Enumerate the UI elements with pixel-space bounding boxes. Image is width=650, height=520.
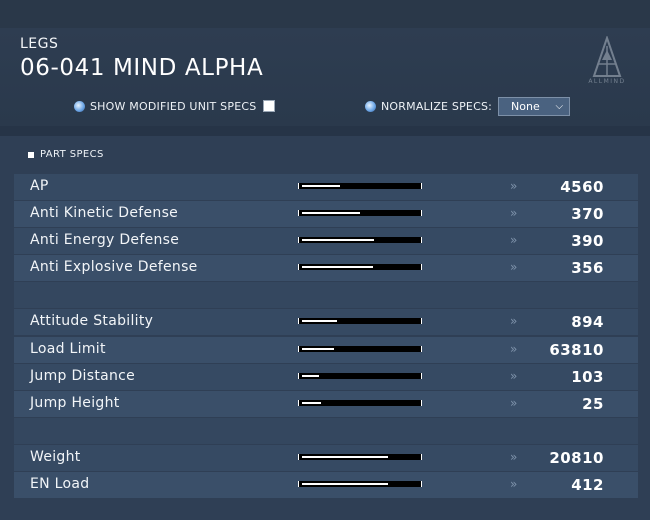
spec-value: 103 [571,368,604,386]
spec-row-anti-kinetic: Anti Kinetic Defense » 370 [14,201,638,227]
allmind-logo: ALLMIND [576,34,638,88]
spec-value: 20810 [549,449,604,467]
compare-arrow-icon: » [510,206,518,220]
spec-row-en-load: EN Load » 412 [14,472,638,498]
spec-value: 25 [582,395,604,413]
info-icon[interactable] [74,100,85,112]
compare-arrow-icon: » [510,369,518,383]
compare-arrow-icon: » [510,477,518,491]
spec-value: 370 [571,205,604,223]
spec-bar-fill [302,483,388,485]
spec-row-jump-distance: Jump Distance » 103 [14,364,638,390]
spec-bar [298,237,422,243]
spec-bar-fill [302,375,319,377]
spec-value: 4560 [560,178,604,196]
spec-row-anti-explosive: Anti Explosive Defense » 356 [14,255,638,281]
spec-label: AP [30,178,49,194]
spec-bar [298,373,422,379]
section-title-text: PART SPECS [40,149,104,160]
spec-bar [298,264,422,270]
show-modified-option[interactable]: SHOW MODIFIED UNIT SPECS [74,96,276,116]
spec-label: Jump Height [30,395,120,411]
spec-value: 63810 [549,341,604,359]
compare-arrow-icon: » [510,396,518,410]
bullet-square-icon [28,151,34,158]
spec-label: Anti Explosive Defense [30,259,198,275]
show-modified-checkbox[interactable] [263,100,276,112]
spec-value: 390 [571,232,604,250]
spec-value: 412 [571,476,604,494]
spec-label: EN Load [30,476,90,492]
spec-label: Load Limit [30,341,106,357]
compare-arrow-icon: » [510,233,518,247]
part-name: 06-041 MIND ALPHA [20,55,264,81]
spec-label: Anti Energy Defense [30,232,180,248]
compare-arrow-icon: » [510,179,518,193]
spec-row-ap: AP » 4560 [14,174,638,200]
spec-bar [298,318,422,324]
row-spacer [14,418,638,444]
spec-row-jump-height: Jump Height » 25 [14,391,638,417]
spec-bar [298,454,422,460]
normalize-select[interactable]: None ⌵ [498,96,571,116]
spec-value: 894 [571,313,604,331]
spec-bar [298,481,422,487]
normalize-label: NORMALIZE SPECS: [381,99,493,113]
spec-bar-fill [302,456,388,458]
info-icon[interactable] [365,100,376,112]
spec-bar-fill [302,185,340,187]
row-spacer [14,282,638,308]
allmind-emblem-icon [592,34,622,77]
spec-bar-fill [302,402,321,404]
spec-label: Jump Distance [30,368,136,384]
compare-arrow-icon: » [510,450,518,464]
spec-bar [298,400,422,406]
normalize-select-value: None [511,99,540,113]
logo-text: ALLMIND [588,78,626,85]
show-modified-label: SHOW MODIFIED UNIT SPECS [90,99,257,113]
spec-row-attitude-stability: Attitude Stability » 894 [14,309,638,335]
spec-bar-fill [302,239,374,241]
spec-bar [298,183,422,189]
spec-bar [298,346,422,352]
chevron-down-icon: ⌵ [555,100,564,112]
part-category: LEGS [20,36,59,52]
spec-bar-fill [302,266,373,268]
spec-bar [298,210,422,216]
spec-label: Anti Kinetic Defense [30,205,179,221]
spec-label: Attitude Stability [30,313,154,329]
compare-arrow-icon: » [510,260,518,274]
spec-label: Weight [30,449,81,465]
spec-bar-fill [302,320,337,322]
spec-value: 356 [571,259,604,277]
top-strip [0,0,650,28]
spec-bar-fill [302,212,360,214]
divider [0,126,650,136]
normalize-option: NORMALIZE SPECS: None ⌵ [365,96,571,116]
spec-row-weight: Weight » 20810 [14,445,638,471]
section-title: PART SPECS [28,149,104,160]
compare-arrow-icon: » [510,314,518,328]
spec-row-anti-energy: Anti Energy Defense » 390 [14,228,638,254]
compare-arrow-icon: » [510,342,518,356]
spec-row-load-limit: Load Limit » 63810 [14,337,638,363]
spec-bar-fill [302,348,334,350]
